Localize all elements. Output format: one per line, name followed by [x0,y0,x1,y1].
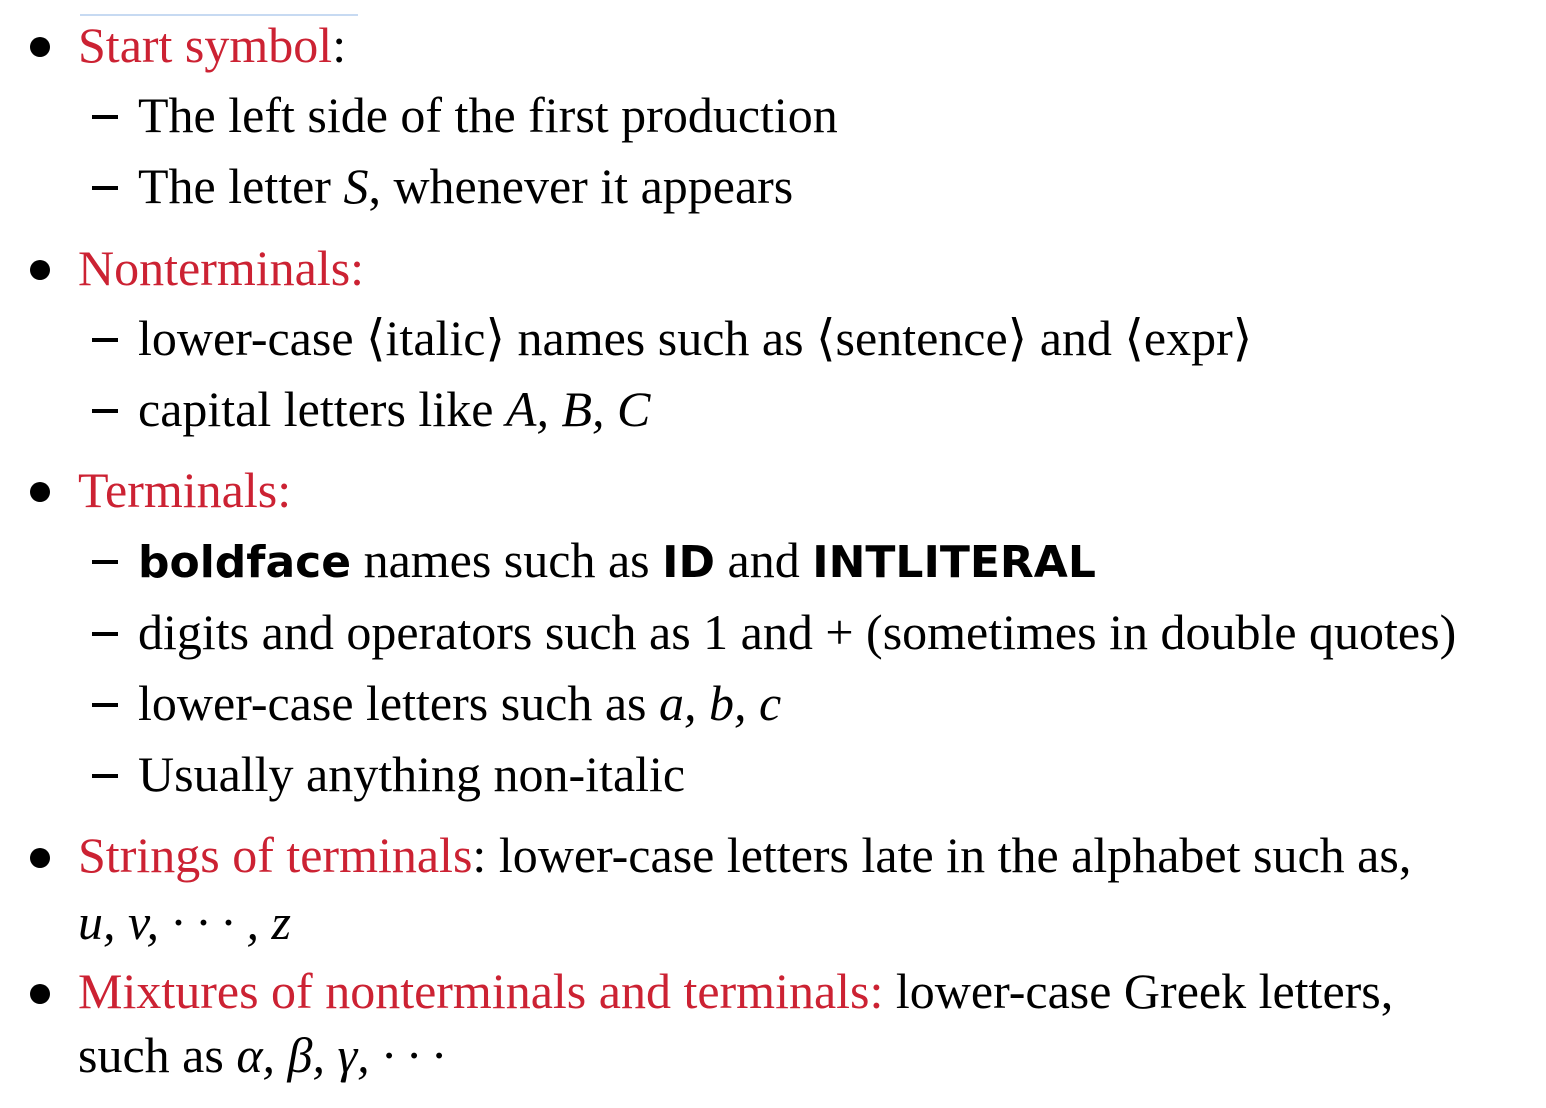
subitem-text: Usually anything non-italic [138,746,686,802]
heading-mixtures: Mixtures of nonterminals and terminals: [78,963,884,1019]
subitem-text: names such as [505,310,817,366]
item-mixtures: Mixtures of nonterminals and terminals: … [78,966,1393,1016]
item-mixtures-continuation: such as α, β, γ, · · · [78,1030,445,1080]
dash [92,409,118,413]
item-terminals: Terminals: [78,465,291,515]
subitem-text: and [715,532,813,588]
subitem-text: The letter [138,158,344,214]
subitem-non-italic: Usually anything non-italic [138,749,685,799]
bullet-nonterminals [30,260,50,280]
heading-suffix: : [332,17,347,73]
dash [92,560,118,564]
angle-name: ⟨sentence⟩ [816,310,1028,366]
item-text: lower-case Greek letters, [883,963,1394,1019]
bullet-strings-of-terminals [30,848,50,868]
bold-term: boldface [138,537,352,588]
heading-terminals: Terminals: [78,462,292,518]
bullet-terminals [30,482,50,502]
subitem-letter-s: The letter S, whenever it appears [138,161,793,211]
angle-name: ⟨italic⟩ [366,310,505,366]
dash [92,774,118,778]
top-rule [80,14,358,16]
math-symbol: a, b, c [659,675,782,731]
dash [92,115,118,119]
subitem-text: , whenever it appears [368,158,794,214]
subitem-digits-operators: digits and operators such as 1 and + (so… [138,607,1456,657]
item-text: such as [78,1027,237,1083]
subitem-text: and [1027,310,1125,366]
bold-term: ID [662,537,716,588]
heading-strings-of-terminals: Strings of terminals [78,827,473,883]
subitem-text: capital letters like [138,381,506,437]
subitem-lowercase-letters: lower-case letters such as a, b, c [138,678,781,728]
math-symbol: S [343,158,369,214]
math-symbol: α, β, γ, · · · [236,1027,445,1083]
bullet-mixtures [30,984,50,1004]
math-symbol: A, B, C [505,381,651,437]
item-nonterminals: Nonterminals: [78,243,364,293]
bold-term: INTLITERAL [812,537,1096,588]
subitem-text: lower-case [138,310,367,366]
subitem-boldface-names: boldface names such as ID and INTLITERAL [138,535,1096,585]
item-start-symbol: Start symbol: [78,20,346,70]
subitem-first-production: The left side of the first production [138,90,838,140]
bullet-start-symbol [30,37,50,57]
item-strings-continuation: u, v, · · · , z [78,897,291,947]
dash [92,703,118,707]
dash [92,632,118,636]
subitem-italic-names: lower-case ⟨italic⟩ names such as ⟨sente… [138,313,1252,363]
subitem-capital-letters: capital letters like A, B, C [138,384,650,434]
subitem-text: lower-case letters such as [138,675,659,731]
math-symbol: u, v, · · · , z [78,894,291,950]
subitem-text: digits and operators such as 1 and + (so… [138,604,1457,660]
item-text: : lower-case letters late in the alphabe… [472,827,1412,883]
angle-name: ⟨expr⟩ [1124,310,1253,366]
heading-nonterminals: Nonterminals: [78,240,365,296]
subitem-text: The left side of the first production [138,87,838,143]
dash [92,338,118,342]
subitem-text: names such as [351,532,663,588]
heading-start-symbol: Start symbol [78,17,333,73]
item-strings-of-terminals: Strings of terminals: lower-case letters… [78,830,1411,880]
dash [92,186,118,190]
